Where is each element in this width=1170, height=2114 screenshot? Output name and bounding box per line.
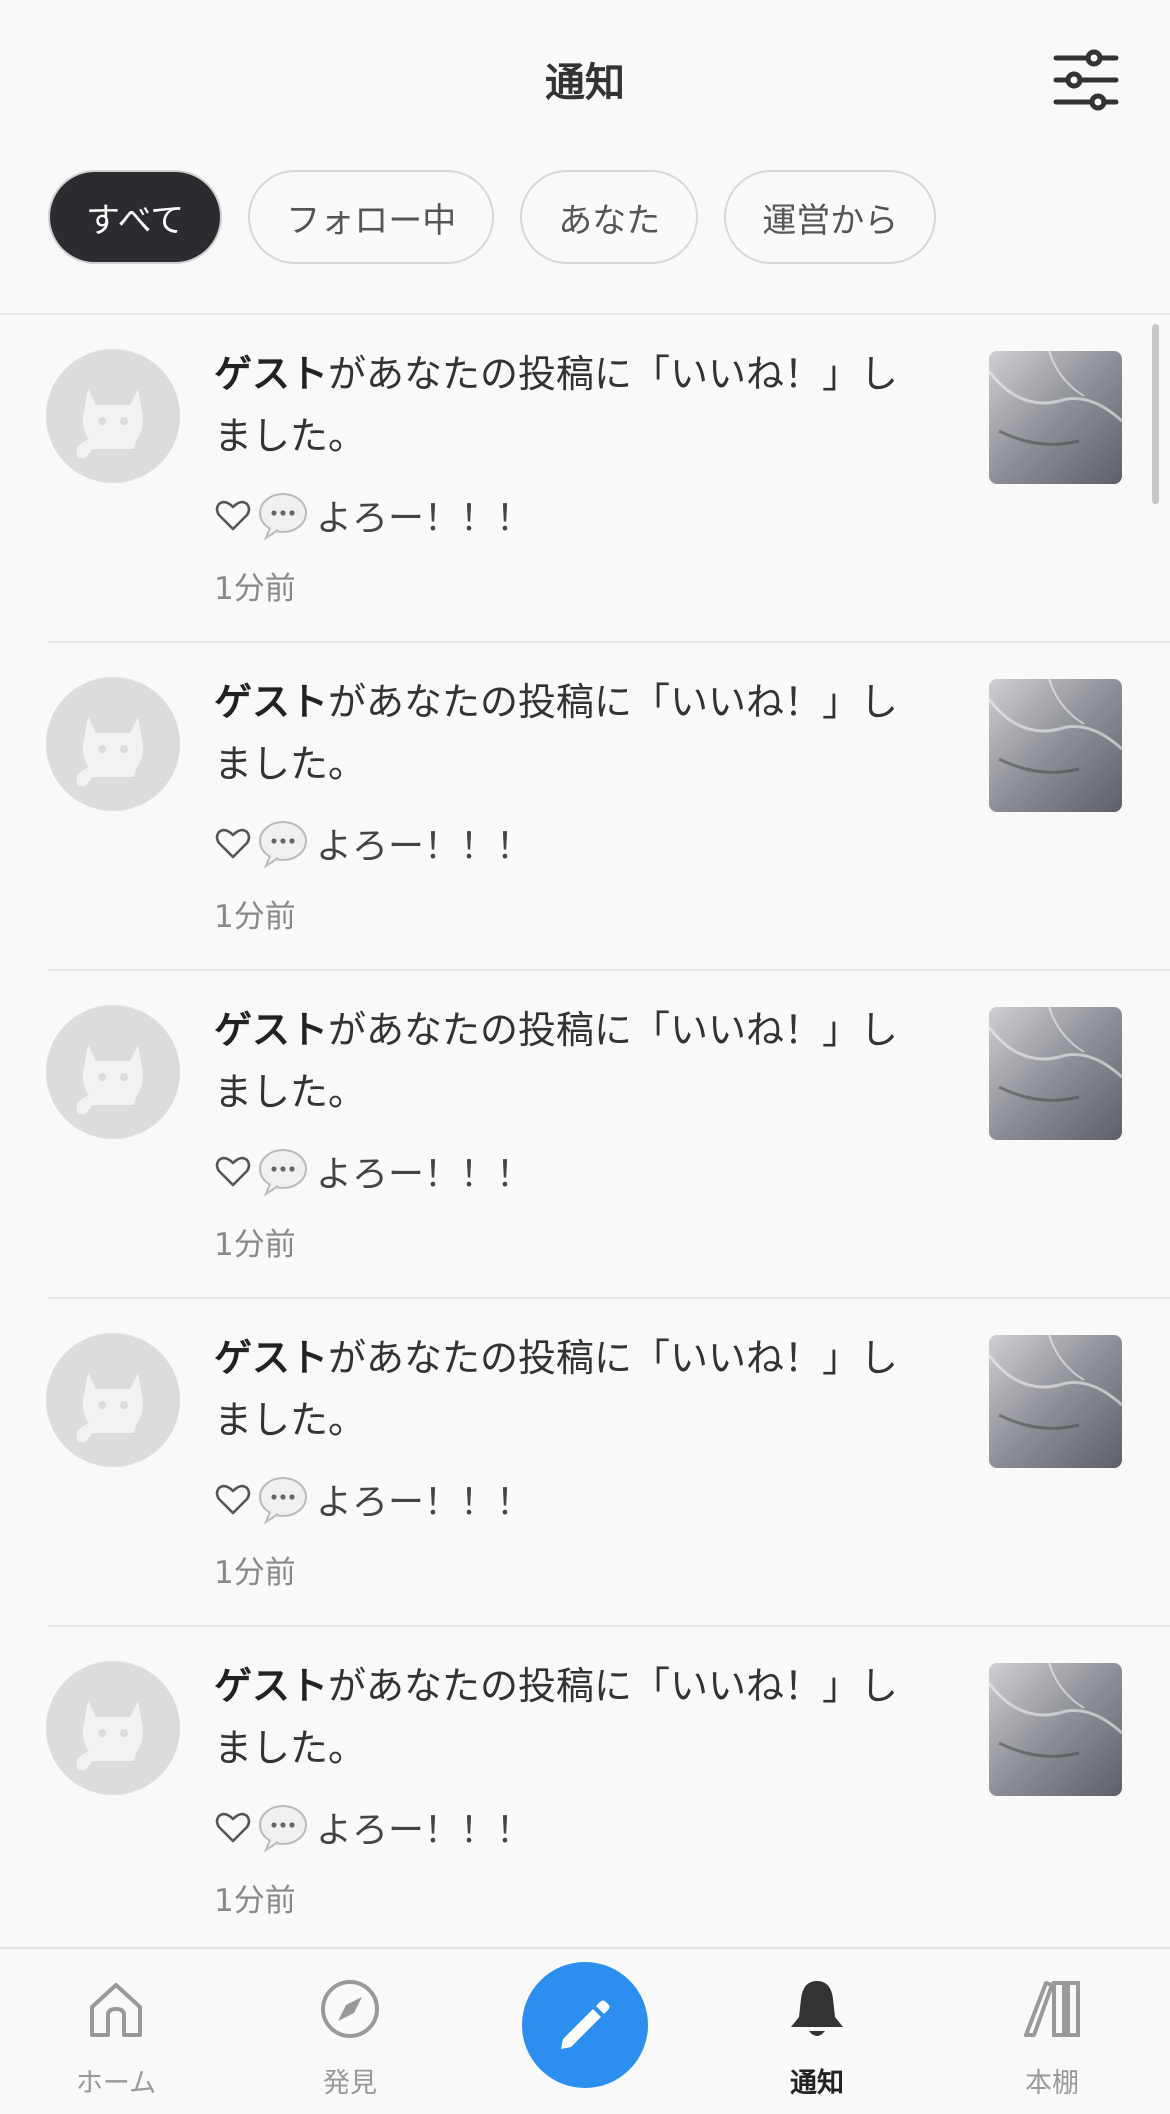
avatar[interactable] [46,1333,180,1467]
speech-bubble-icon [259,1149,307,1197]
cat-avatar-icon [76,1701,144,1770]
cat-avatar-icon [76,389,144,458]
heart-icon [215,1812,251,1843]
timestamp: 1分前 [214,899,296,935]
speech-bubble-icon [259,821,307,869]
cat-avatar-icon [76,1373,144,1442]
notification-item[interactable]: ゲストがあなたの投稿に「いいね！」しました。 よろー！！！ 1分前 [0,971,1170,1299]
compose-button[interactable] [522,1962,648,2088]
home-icon [90,1983,142,2037]
timestamp: 1分前 [214,1883,296,1919]
nav-home[interactable]: ホーム [26,1949,206,2114]
post-thumbnail[interactable] [989,1007,1122,1140]
filter-settings-button[interactable] [1050,48,1122,112]
user-name[interactable]: ゲスト [214,352,328,396]
post-thumbnail[interactable] [989,351,1122,484]
post-thumbnail-image [989,351,1122,484]
page-title: 通知 [545,60,625,106]
reaction-text: よろー！！！ [316,826,533,867]
post-thumbnail-image [989,1663,1122,1796]
reaction-text: よろー！！！ [316,498,533,539]
sliders-icon [1053,49,1119,111]
post-thumbnail-image [989,1335,1122,1468]
reaction: よろー！！！ [214,487,532,543]
heart-icon [215,828,251,859]
avatar[interactable] [46,1661,180,1795]
nav-discover[interactable]: 発見 [260,1949,440,2114]
reaction: よろー！！！ [214,1143,532,1199]
timestamp: 1分前 [214,1227,296,1263]
notification-item[interactable]: ゲストがあなたの投稿に「いいね！」しました。 よろー！！！ 1分前 [0,1627,1170,1947]
notification-item[interactable]: ゲストがあなたの投稿に「いいね！」しました。 よろー！！！ 1分前 [0,315,1170,643]
notification-list[interactable]: ゲストがあなたの投稿に「いいね！」しました。 よろー！！！ 1分前 ゲストがあな… [0,315,1170,1947]
bell-icon [791,1981,843,2036]
header: 通知 [0,0,1170,165]
notification-message: ゲストがあなたの投稿に「いいね！」しました。 [214,343,934,467]
notification-message: ゲストがあなたの投稿に「いいね！」しました。 [214,999,934,1123]
reaction-text: よろー！！！ [316,1154,533,1195]
speech-bubble-icon [259,1805,307,1853]
nav-bookshelf[interactable]: 本棚 [962,1949,1142,2114]
post-thumbnail[interactable] [989,1335,1122,1468]
tab-official[interactable]: 運営から [724,170,937,264]
compass-icon [321,1980,379,2038]
nav-label: 発見 [323,2068,377,2099]
heart-icon [215,500,251,531]
post-thumbnail-image [989,679,1122,812]
timestamp: 1分前 [214,571,296,607]
nav-label: 本棚 [1025,2068,1079,2099]
reaction-text: よろー！！！ [316,1482,533,1523]
cat-avatar-icon [76,1045,144,1114]
reaction: よろー！！！ [214,1799,532,1855]
post-thumbnail[interactable] [989,679,1122,812]
tab-following[interactable]: フォロー中 [248,170,495,264]
user-name[interactable]: ゲスト [214,1008,328,1052]
scrollbar[interactable] [1152,324,1159,504]
avatar[interactable] [46,1005,180,1139]
tab-you[interactable]: あなた [520,170,699,264]
nav-notifications[interactable]: 通知 [727,1949,907,2114]
nav-label: 通知 [790,2068,844,2099]
reaction: よろー！！！ [214,815,532,871]
reaction-text: よろー！！！ [316,1810,533,1851]
user-name[interactable]: ゲスト [214,1664,328,1708]
notification-message: ゲストがあなたの投稿に「いいね！」しました。 [214,671,934,795]
notification-message: ゲストがあなたの投稿に「いいね！」しました。 [214,1327,934,1451]
notification-item[interactable]: ゲストがあなたの投稿に「いいね！」しました。 よろー！！！ 1分前 [0,1299,1170,1627]
notification-message: ゲストがあなたの投稿に「いいね！」しました。 [214,1655,934,1779]
avatar[interactable] [46,349,180,483]
heart-icon [215,1156,251,1187]
user-name[interactable]: ゲスト [214,1336,328,1380]
heart-icon [215,1484,251,1515]
user-name[interactable]: ゲスト [214,680,328,724]
timestamp: 1分前 [214,1555,296,1591]
pencil-icon [561,2000,610,2049]
nav-label: ホーム [75,2068,157,2099]
post-thumbnail[interactable] [989,1663,1122,1796]
bookshelf-icon [1024,1981,1080,2037]
tab-all[interactable]: すべて [48,170,223,264]
avatar[interactable] [46,677,180,811]
notification-item[interactable]: ゲストがあなたの投稿に「いいね！」しました。 よろー！！！ 1分前 [0,643,1170,971]
speech-bubble-icon [259,493,307,541]
speech-bubble-icon [259,1477,307,1525]
reaction: よろー！！！ [214,1471,532,1527]
post-thumbnail-image [989,1007,1122,1140]
filter-tabs: すべて フォロー中 あなた 運営から [48,170,937,266]
cat-avatar-icon [76,717,144,786]
